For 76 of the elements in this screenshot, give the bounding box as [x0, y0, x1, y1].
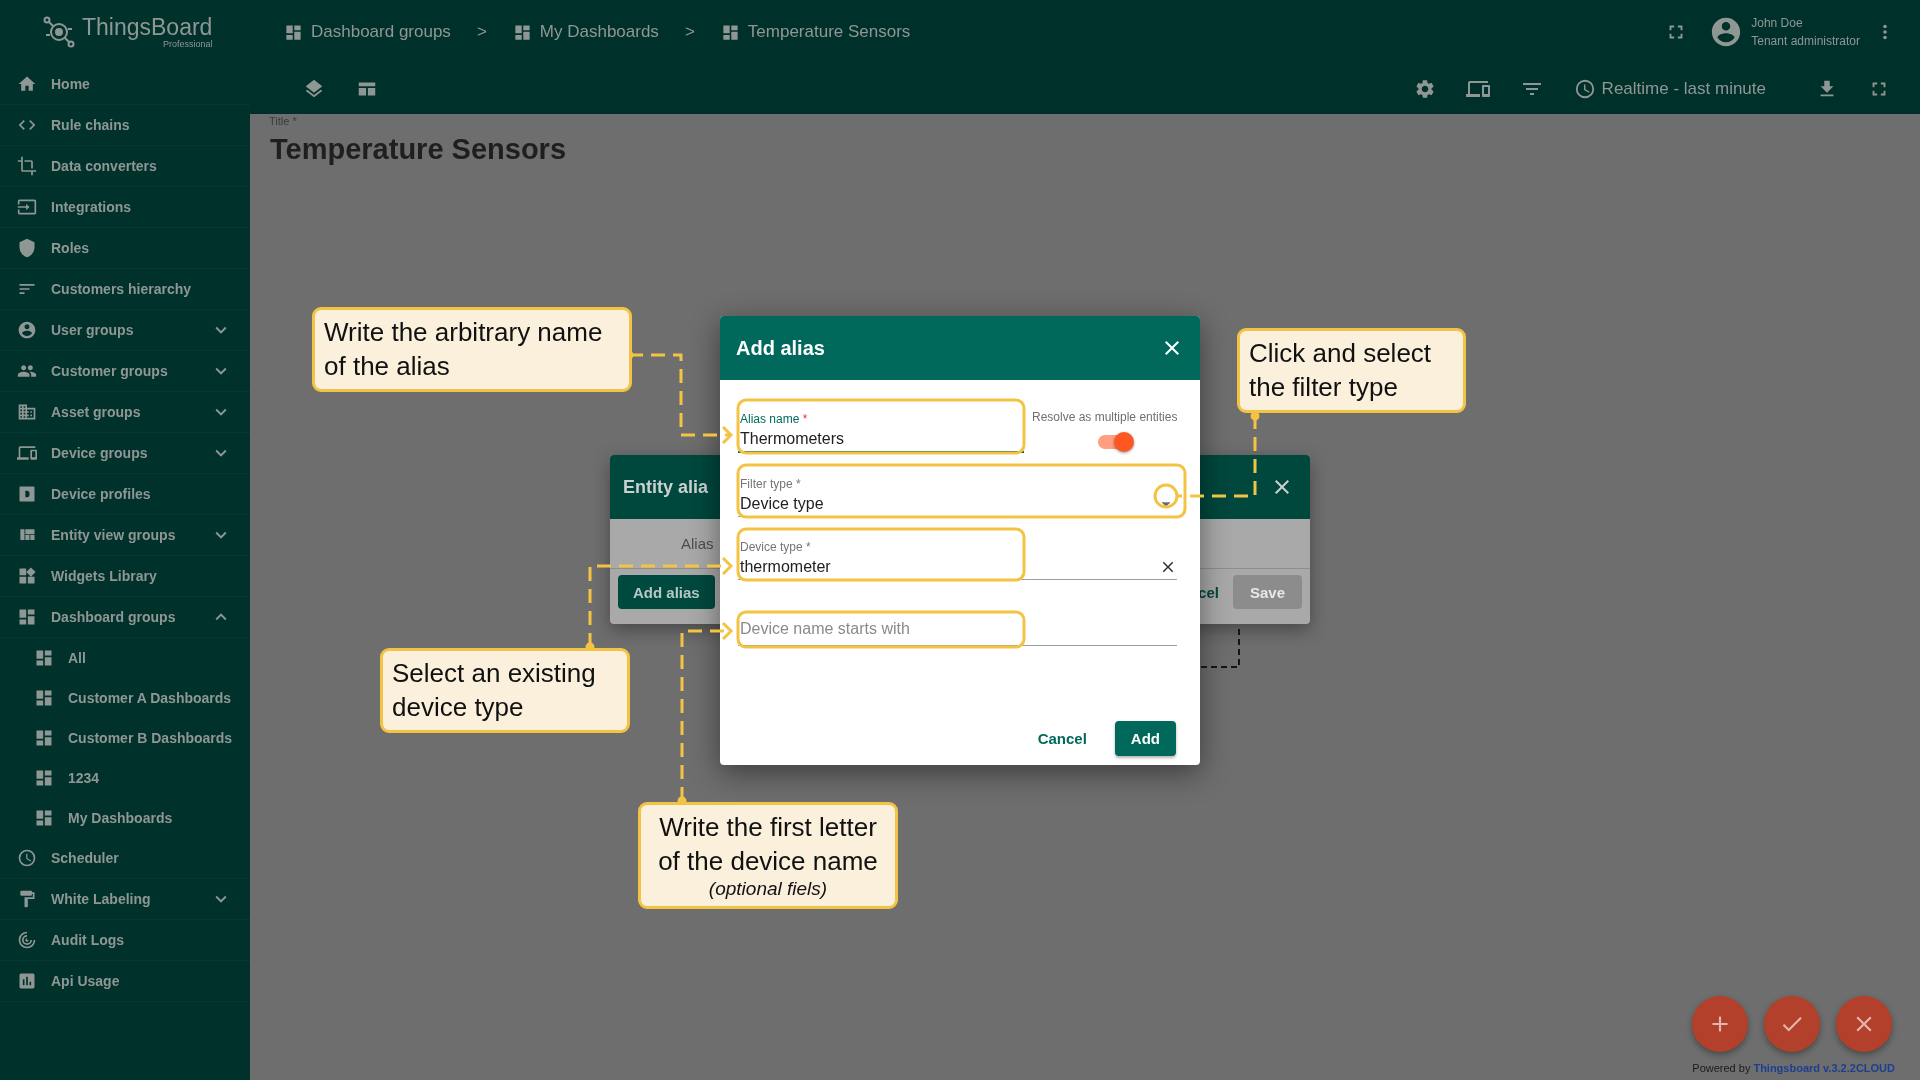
sidebar-item[interactable]: All: [0, 638, 250, 678]
sidebar-item[interactable]: Customer B Dashboards: [0, 718, 250, 758]
dashboard-icon: [512, 22, 532, 42]
target-icon: [17, 930, 37, 950]
sidebar-item[interactable]: Customer groups: [0, 351, 250, 392]
sidebar-item[interactable]: Device groups: [0, 433, 250, 474]
sidebar-item[interactable]: Dashboard groups: [0, 597, 250, 638]
input-field[interactable]: Device type * thermometer: [738, 529, 1177, 580]
dialog-title: Entity alia: [623, 476, 709, 498]
dashboard-icon: [720, 22, 740, 42]
logo-title: ThingsBoard: [82, 15, 213, 39]
close-button[interactable]: [1836, 996, 1892, 1052]
badge-icon: [17, 484, 37, 504]
sidebar-item[interactable]: Widgets Library: [0, 556, 250, 597]
breadcrumb-separator: >: [684, 22, 695, 42]
add-button[interactable]: Add: [1114, 721, 1176, 756]
dashboard-icon: [17, 607, 37, 627]
dialog-title: Add alias: [736, 336, 825, 360]
callout-note: (optional fiels): [707, 878, 829, 900]
sidebar-item[interactable]: Device profiles: [0, 474, 250, 515]
toggle-switch[interactable]: [1097, 435, 1132, 449]
callout-text: Click and select the filter type: [1249, 337, 1433, 404]
logo-icon: [42, 15, 76, 49]
input-field[interactable]: Alias name * Thermometers: [738, 400, 1024, 453]
dashboard-icon: [284, 22, 303, 42]
timewindow-button[interactable]: Realtime - last minute: [1573, 78, 1766, 100]
user-icon: [17, 320, 37, 340]
breadcrumb-link[interactable]: My Dashboards: [539, 22, 659, 42]
home-icon: [17, 74, 37, 94]
sidebar-item[interactable]: Api Usage: [0, 961, 250, 1002]
breadcrumb-separator: >: [476, 22, 487, 42]
sidebar-item[interactable]: Roles: [0, 228, 250, 269]
cancel-button[interactable]: Cancel: [1029, 722, 1095, 755]
widgets-icon: [17, 566, 37, 586]
devices-icon: [17, 443, 37, 463]
callout-text: Select an existing device type: [392, 657, 597, 724]
settings-icon[interactable]: [1413, 78, 1436, 100]
user-name: John Doe: [1751, 15, 1804, 32]
sidebar-item[interactable]: User groups: [0, 310, 250, 351]
field-label: Filter type *: [740, 476, 802, 492]
bar-chart-icon: [17, 971, 37, 991]
breadcrumb-link[interactable]: Temperature Sensors: [747, 22, 911, 42]
sidebar-item[interactable]: White Labeling: [0, 879, 250, 920]
breadcrumb-link[interactable]: Dashboard groups: [311, 22, 451, 42]
dashboard-title: Temperature Sensors: [270, 133, 567, 166]
footer-text: Powered by: [1692, 1062, 1751, 1074]
sidebar-item[interactable]: 1234: [0, 758, 250, 798]
callout-text: Write the arbitrary name of the alias: [324, 316, 604, 383]
dashboard-icon: [34, 728, 54, 748]
sidebar-item[interactable]: Entity view groups: [0, 515, 250, 556]
building-icon: [17, 402, 37, 422]
clock-icon: [17, 848, 37, 868]
clock-icon: [1573, 78, 1596, 100]
sidebar-item[interactable]: Customer A Dashboards: [0, 678, 250, 718]
paint-roller-icon: [17, 889, 37, 909]
sidebar-item[interactable]: My Dashboards: [0, 798, 250, 838]
input-icon: [17, 197, 37, 217]
add-alias-button[interactable]: Add alias: [618, 575, 715, 609]
input-field[interactable]: Device name starts with: [738, 612, 1177, 646]
field-label: Alias name *: [740, 411, 809, 427]
sidebar-item[interactable]: Home: [0, 64, 250, 105]
sidebar-item[interactable]: Asset groups: [0, 392, 250, 433]
toggle-label: Resolve as multiple entities: [1032, 410, 1178, 424]
layers-icon[interactable]: [303, 78, 325, 100]
logo-subtitle: Professional: [162, 39, 213, 49]
dashboard-icon: [34, 768, 54, 788]
crop-icon: [17, 156, 37, 176]
highlight-circle: [1153, 483, 1179, 509]
user-role: Tenant administrator: [1751, 33, 1860, 50]
dashboard-icon: [34, 648, 54, 668]
shield-icon: [17, 238, 37, 258]
callout-text: Write the first letter of the device name: [657, 811, 879, 878]
dashboard-icon: [34, 808, 54, 828]
field-label: Device type *: [740, 539, 812, 555]
dashboard-icon: [34, 688, 54, 708]
column-header: Alias: [681, 535, 714, 552]
